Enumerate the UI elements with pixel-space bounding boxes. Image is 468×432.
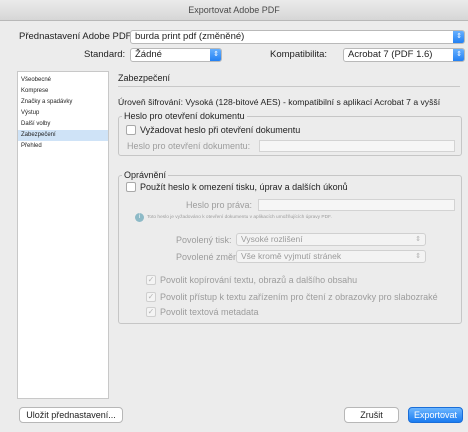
allow-copy-checkbox[interactable]: ✓	[146, 275, 156, 285]
save-preset-button[interactable]: Uložit přednastavení...	[19, 407, 123, 423]
cancel-button[interactable]: Zrušit	[344, 407, 399, 423]
allow-metadata-checkbox[interactable]: ✓	[146, 307, 156, 317]
select-arrows-icon: ⇕	[453, 49, 464, 61]
window-title: Exportovat Adobe PDF	[0, 0, 468, 21]
allow-metadata-label: Povolit textová metadata	[160, 307, 259, 317]
use-permissions-password-checkbox[interactable]	[126, 182, 136, 192]
export-pdf-dialog: Exportovat Adobe PDF Přednastavení Adobe…	[0, 0, 468, 432]
allow-copy-label: Povolit kopírování textu, obrazů a další…	[160, 275, 358, 285]
require-open-password-checkbox[interactable]	[126, 125, 136, 135]
select-arrows-icon: ⇕	[415, 253, 421, 260]
info-icon: i	[135, 213, 144, 222]
checkmark-icon: ✓	[147, 292, 155, 301]
sidebar-item-output[interactable]: Výstup	[18, 108, 108, 119]
preset-label: Přednastavení Adobe PDF:	[19, 31, 135, 42]
checkmark-icon: ✓	[147, 275, 155, 284]
sidebar-item-general[interactable]: Všeobecné	[18, 75, 108, 86]
changes-allowed-select[interactable]: Vše kromě vyjmutí stránek ⇕	[236, 250, 426, 263]
sidebar-item-marks-bleeds[interactable]: Značky a spadávky	[18, 97, 108, 108]
permissions-password-label: Heslo pro práva:	[186, 200, 253, 210]
open-password-legend: Heslo pro otevření dokumentu	[122, 111, 247, 121]
standard-select[interactable]: Žádné ⇕	[130, 48, 222, 62]
export-button[interactable]: Exportovat	[408, 407, 463, 423]
sidebar: Všeobecné Komprese Značky a spadávky Výs…	[17, 71, 109, 399]
printing-allowed-value: Vysoké rozlišení	[241, 234, 303, 244]
allow-screen-reader-checkbox[interactable]: ✓	[146, 292, 156, 302]
open-password-input[interactable]	[259, 140, 455, 152]
allow-screen-reader-label: Povolit přístup k textu zařízením pro čt…	[160, 292, 438, 302]
require-open-password-label: Vyžadovat heslo při otevření dokumentu	[140, 125, 301, 135]
open-password-field-label: Heslo pro otevření dokumentu:	[127, 141, 251, 151]
permissions-password-input[interactable]	[258, 199, 455, 211]
compat-value: Acrobat 7 (PDF 1.6)	[348, 49, 433, 60]
select-arrows-icon: ⇕	[210, 49, 221, 61]
select-arrows-icon: ⇕	[415, 236, 421, 243]
standard-label: Standard:	[84, 49, 126, 60]
printing-allowed-select[interactable]: Vysoké rozlišení ⇕	[236, 233, 426, 246]
sidebar-item-security[interactable]: Zabezpečení	[18, 130, 108, 141]
panel-title: Zabezpečení	[118, 71, 460, 87]
printing-allowed-label: Povolený tisk:	[176, 235, 232, 245]
encryption-level: Úroveň šifrování: Vysoká (128-bitové AES…	[118, 97, 441, 107]
select-arrows-icon: ⇕	[453, 31, 464, 43]
preset-select[interactable]: burda print pdf (změněné) ⇕	[130, 30, 465, 44]
compat-label: Kompatibilita:	[270, 49, 328, 60]
sidebar-item-compression[interactable]: Komprese	[18, 86, 108, 97]
preset-value: burda print pdf (změněné)	[135, 31, 245, 42]
use-permissions-password-label: Použít heslo k omezení tisku, úprav a da…	[140, 182, 348, 192]
standard-value: Žádné	[135, 49, 162, 60]
permissions-note: Toto heslo je vyžadováno k otevření doku…	[147, 215, 332, 220]
changes-allowed-value: Vše kromě vyjmutí stránek	[241, 251, 342, 261]
changes-allowed-label: Povolené změny:	[176, 252, 246, 262]
compat-select[interactable]: Acrobat 7 (PDF 1.6) ⇕	[343, 48, 465, 62]
checkmark-icon: ✓	[147, 307, 155, 316]
sidebar-item-summary[interactable]: Přehled	[18, 141, 108, 152]
permissions-legend: Oprávnění	[122, 170, 169, 180]
sidebar-item-advanced[interactable]: Další volby	[18, 119, 108, 130]
